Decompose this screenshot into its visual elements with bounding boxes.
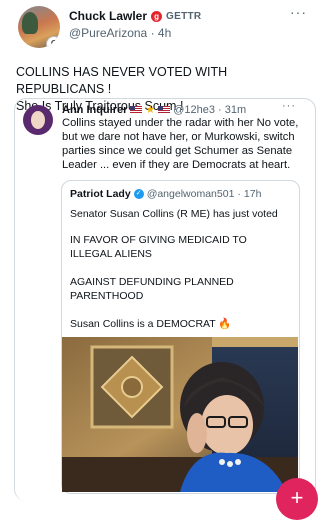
post-time[interactable]: 4h <box>158 26 171 40</box>
quote-text-line: but we dare not have her, or Murkowski, … <box>62 131 295 143</box>
nested-quote-text-line: AGAINST DEFUNDING PLANNED <box>70 276 234 288</box>
author-avatar[interactable]: G <box>18 6 60 48</box>
dot-separator: · <box>150 26 155 40</box>
nested-quote-text-line: ILLEGAL ALIENS <box>70 248 152 260</box>
avatar-face-shape <box>31 111 45 129</box>
senator-photo[interactable] <box>62 337 298 492</box>
platform-badge: GETTR <box>166 10 202 22</box>
quote-header: Ann Inquirer ★ @12he3 · 31m <box>62 103 246 117</box>
plus-icon: + <box>290 485 304 510</box>
author-header[interactable]: Chuck Lawler g GETTR <box>69 9 201 23</box>
quote-more-icon[interactable]: ··· <box>282 100 296 112</box>
quote-author-handle[interactable]: @12he3 <box>173 104 215 116</box>
nested-quote-author-handle[interactable]: @angelwoman501 <box>147 188 235 200</box>
star-icon: ★ <box>145 104 156 116</box>
nested-quote-text-line: IN FAVOR OF GIVING MEDICAID TO <box>70 234 247 246</box>
gettr-avatar-badge-icon: G <box>46 36 60 48</box>
nested-quote-time[interactable]: 17h <box>244 188 262 200</box>
fire-icon: 🔥 <box>218 318 232 330</box>
quote-time[interactable]: 31m <box>225 104 246 116</box>
photo-illustration <box>62 337 298 492</box>
dot-separator: · <box>218 103 222 116</box>
author-handle-row: @PureArizona · 4h <box>69 26 171 40</box>
dot-separator: · <box>237 188 241 200</box>
author-handle[interactable]: @PureArizona <box>69 26 147 40</box>
nested-quote-author-name[interactable]: Patriot Lady <box>70 188 131 200</box>
us-flag-icon <box>158 105 171 114</box>
democrat-text: Susan Collins is a DEMOCRAT <box>70 318 216 330</box>
more-icon[interactable]: ··· <box>290 4 307 20</box>
quote-author-avatar[interactable] <box>23 105 53 135</box>
quote-text-line: Collins stayed under the radar with her … <box>62 117 299 129</box>
avatar-tree-shape <box>22 12 38 34</box>
nested-quote-text-line: Susan Collins is a DEMOCRAT 🔥 <box>70 318 292 331</box>
gettr-icon: g <box>151 10 163 22</box>
compose-fab-button[interactable]: + <box>276 478 318 520</box>
quote-author-name[interactable]: Ann Inquirer <box>62 104 127 116</box>
post-text-line: COLLINS HAS NEVER VOTED WITH REPUBLICANS… <box>16 65 228 96</box>
nested-quote-text-line: Senator Susan Collins (R ME) has just vo… <box>70 208 278 220</box>
verified-icon: ✓ <box>133 189 144 199</box>
nested-quote-header: Patriot Lady ✓ @angelwoman501 · 17h <box>70 188 261 200</box>
quote-text-line: parties since we could get Schumer as Se… <box>62 145 293 157</box>
us-flag-icon <box>130 105 143 114</box>
quote-text: Collins stayed under the radar with her … <box>62 116 310 172</box>
author-name[interactable]: Chuck Lawler <box>69 9 147 23</box>
quote-text-line: Leader ... even if they are Democrats at… <box>62 159 291 171</box>
nested-quote-text-line: PARENTHOOD <box>70 290 144 302</box>
